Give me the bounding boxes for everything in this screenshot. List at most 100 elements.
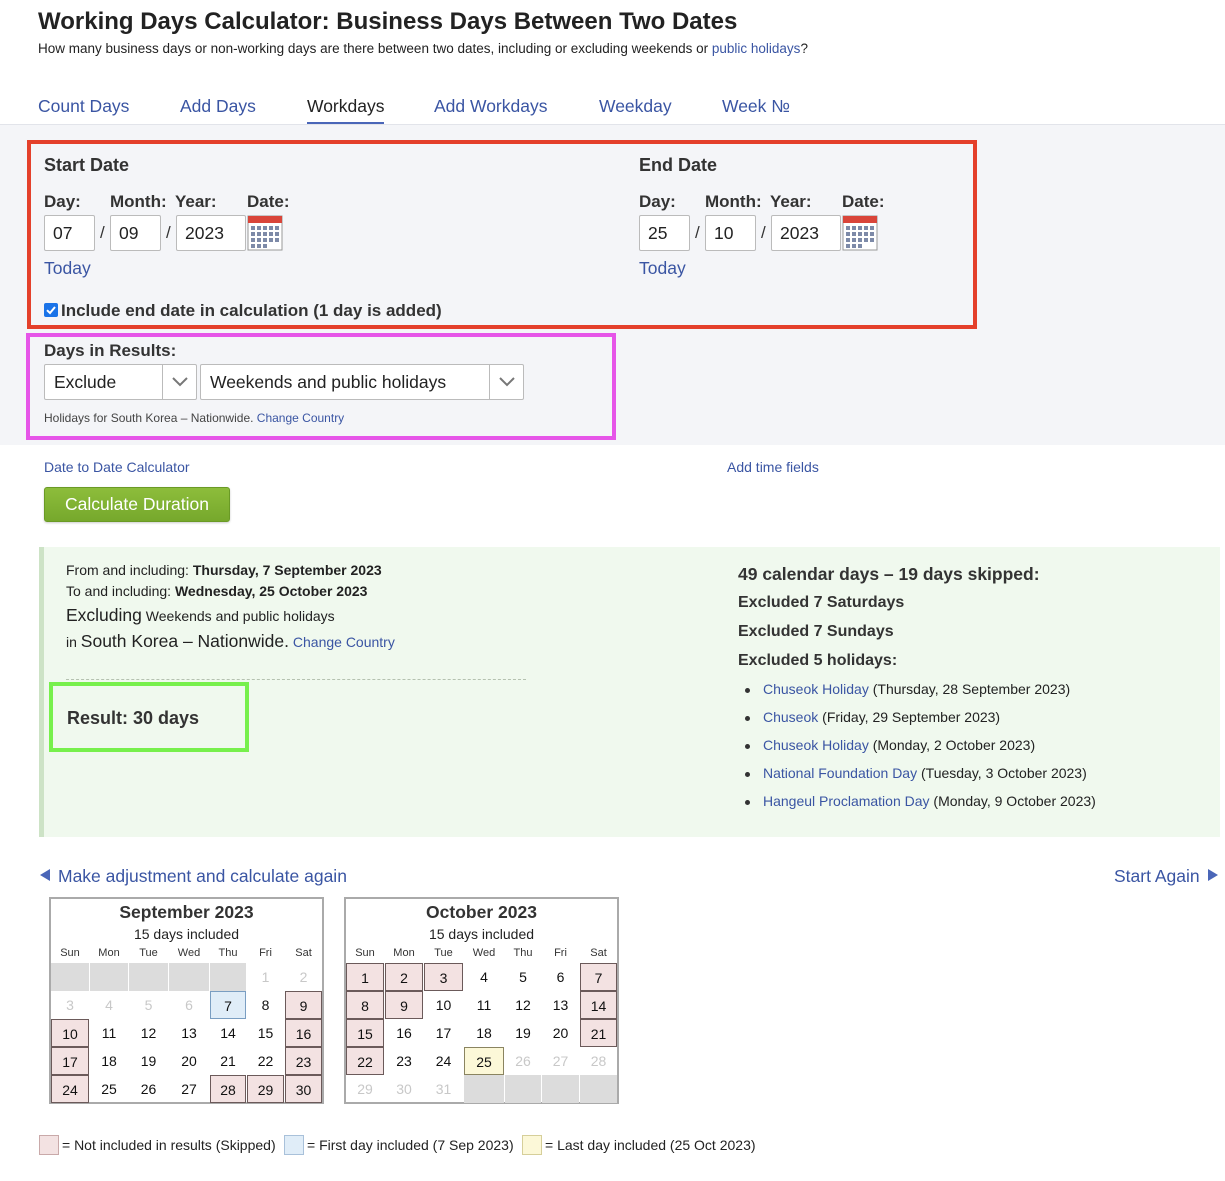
calendar-day: 11 [476,997,492,1013]
calendar-day: 29 [247,1075,284,1103]
calendar-day: 16 [396,1025,412,1041]
holiday-link[interactable]: Hangeul Proclamation Day [763,793,930,809]
summary-headline: 49 calendar days – 19 days skipped: [738,564,1040,584]
calendar-empty-cell [542,1075,579,1103]
excluded-sundays: Excluded 7 Sundays [738,623,894,640]
calendar-day: 8 [346,991,384,1019]
calendar-day: 8 [261,997,270,1013]
tab-workdays[interactable]: Workdays [307,96,385,126]
calendar-day: 25 [464,1047,504,1075]
weekday-header: Sat [590,947,607,959]
start-again-link[interactable]: Start Again [1114,866,1218,887]
calendar-day: 1 [261,969,270,985]
excluded-holidays-label: Excluded 5 holidays: [738,652,898,669]
calendar-title: September 2023 [119,902,254,922]
region-line: in South Korea – Nationwide. Change Coun… [66,631,395,651]
days-in-results-highlight [26,333,616,440]
holiday-item: Chuseok Holiday (Monday, 2 October 2023) [744,737,1036,753]
page-subtitle: How many business days or non-working da… [38,41,808,56]
calendar-empty-cell [90,963,128,991]
calendar-day: 9 [285,991,322,1019]
calendar-empty-cell [51,963,89,991]
calendar-day: 6 [185,997,193,1013]
result-highlight [49,682,249,752]
weekday-header: Tue [139,947,158,959]
calendar-empty-cell [169,963,209,991]
calendar-september: September 2023 15 days included Sun Mon Tu… [49,897,324,1104]
calendar-day: 7 [580,963,617,991]
calendar-day: 12 [515,997,531,1013]
to-line: To and including: Wednesday, 25 October … [66,583,368,599]
calculate-duration-button[interactable]: Calculate Duration [44,487,230,522]
weekday-header: Thu [513,947,533,959]
triangle-left-icon [40,869,50,881]
calendar-day: 13 [181,1025,197,1041]
add-time-fields-link[interactable]: Add time fields [727,459,819,475]
excluding-line: Excluding Weekends and public holidays [66,605,335,625]
make-adjustment-link[interactable]: Make adjustment and calculate again [40,866,347,887]
calendar-october: October 2023 15 days included Sun Mon Tue W… [344,897,619,1104]
legend-last-label: = Last day included (25 Oct 2023) [545,1137,756,1153]
calendar-day: 14 [220,1025,236,1041]
page-title: Working Days Calculator: Business Days B… [38,8,738,35]
calendar-day: 21 [220,1053,236,1069]
holiday-item: Hangeul Proclamation Day (Monday, 9 Octo… [745,793,1096,809]
weekday-header: Sun [355,947,375,959]
tab-weekday[interactable]: Weekday [599,96,672,117]
calendar-day: 3 [66,997,74,1013]
weekday-header: Sun [60,947,80,959]
calendar-day: 4 [105,997,113,1013]
calendar-day: 19 [140,1053,157,1069]
calendar-day: 11 [101,1025,117,1041]
calendar-day: 30 [285,1075,322,1103]
calendar-day: 24 [51,1075,89,1103]
public-holidays-link[interactable]: public holidays [712,41,801,56]
calendar-day: 4 [480,969,488,985]
result-change-country-link[interactable]: Change Country [293,634,395,650]
calendar-day: 20 [181,1053,197,1069]
calendar-day: 28 [210,1075,246,1103]
weekday-header: Fri [554,947,567,959]
calendar-day: 5 [144,997,153,1013]
holiday-link[interactable]: Chuseok Holiday [763,681,869,697]
weekday-header: Wed [472,947,496,959]
calendar-day: 14 [580,991,617,1019]
date-to-date-calculator-link[interactable]: Date to Date Calculator [44,459,190,475]
holiday-link[interactable]: Chuseok [763,709,818,725]
calendar-day: 16 [285,1019,322,1047]
calendar-day: 23 [396,1053,412,1069]
tab-week-number[interactable]: Week № [722,96,790,117]
calendar-day: 18 [476,1025,492,1041]
holiday-link[interactable]: Chuseok Holiday [763,737,869,753]
calendar-day: 19 [515,1025,531,1041]
calendar-day: 21 [580,1019,617,1047]
legend-first-swatch [284,1135,304,1155]
calendar-title: October 2023 [426,902,537,922]
holiday-item: Chuseok (Friday, 29 September 2023) [744,709,1001,725]
calendar-day: 3 [424,963,463,991]
calendar-day: 26 [515,1053,531,1069]
tab-count-days[interactable]: Count Days [38,96,129,117]
weekday-header: Tue [434,947,453,959]
calendar-empty-cell [210,963,246,991]
calendar-subtitle: 15 days included [133,926,240,942]
holiday-link[interactable]: National Foundation Day [763,765,917,781]
calendar-day: 6 [556,969,565,985]
tab-add-days[interactable]: Add Days [180,96,256,117]
calendar-day: 30 [396,1081,412,1097]
calendar-day: 2 [385,963,423,991]
calendar-day: 10 [435,997,452,1013]
calendar-day: 22 [257,1053,274,1069]
weekday-header: Mon [98,947,120,959]
tab-add-workdays[interactable]: Add Workdays [434,96,547,117]
calendar-day: 18 [101,1053,117,1069]
calendar-day: 25 [101,1081,117,1097]
date-inputs-highlight [27,140,977,329]
result-divider [66,679,526,680]
calendar-empty-cell [464,1075,504,1103]
calendar-day: 12 [140,1025,157,1041]
legend-skipped-label: = Not included in results (Skipped) [62,1137,276,1153]
calendar-day: 10 [51,1019,89,1047]
calendar-day: 9 [385,991,423,1019]
calendar-day: 28 [590,1053,607,1069]
